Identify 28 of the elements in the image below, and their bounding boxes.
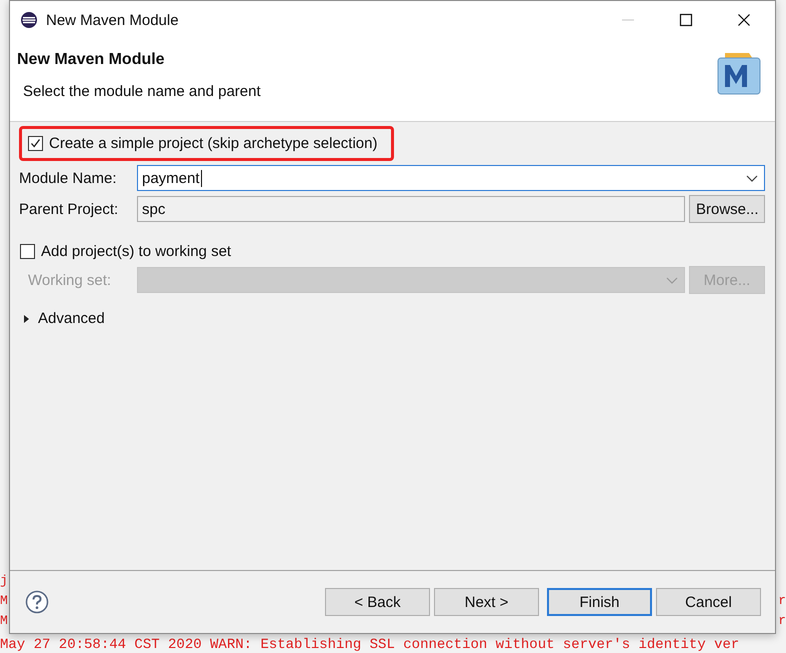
- expand-icon[interactable]: [22, 314, 30, 324]
- console-text: M: [0, 612, 8, 630]
- page-description: Select the module name and parent: [23, 83, 261, 100]
- dialog-button[interactable]: Cancel: [656, 588, 761, 616]
- advanced-toggle[interactable]: Advanced: [19, 310, 105, 327]
- maximize-icon[interactable]: [679, 13, 693, 27]
- parent-project-field[interactable]: spc: [137, 196, 685, 222]
- close-icon[interactable]: [737, 13, 751, 27]
- dialog-button[interactable]: < Back: [325, 588, 430, 616]
- dialog-button[interactable]: Next >: [434, 588, 539, 616]
- field-label: Module Name:: [19, 170, 118, 186]
- console-text: j: [0, 572, 8, 590]
- window-title: New Maven Module: [46, 12, 179, 28]
- console-text: M: [0, 592, 8, 610]
- browse-button[interactable]: Browse...: [689, 195, 765, 223]
- console-text: May 27 20:58:44 CST 2020 WARN: Establishing SSL connection without server's identity ver: [0, 637, 740, 653]
- console-text: r: [778, 592, 786, 610]
- help-icon[interactable]: [25, 590, 49, 614]
- dropdown-icon[interactable]: [746, 175, 758, 183]
- console-text: r: [778, 612, 786, 630]
- eclipse-icon: [20, 11, 38, 29]
- checkbox-label[interactable]: Create a simple project (skip archetype selection): [49, 135, 378, 152]
- dialog-button[interactable]: Finish: [547, 588, 652, 616]
- field-label: Parent Project:: [19, 200, 120, 218]
- field-label: Working set:: [27, 272, 112, 288]
- checkbox[interactable]: [28, 136, 43, 151]
- module-name-combo[interactable]: payment: [137, 165, 765, 191]
- page-title: New Maven Module: [17, 51, 166, 69]
